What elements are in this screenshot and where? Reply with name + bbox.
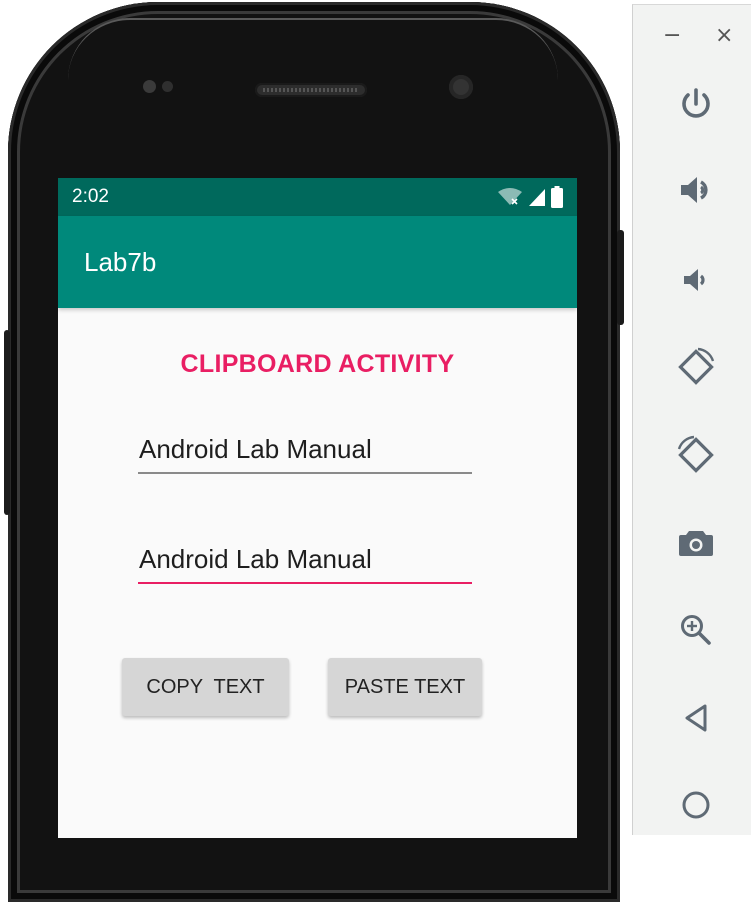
page-heading: CLIPBOARD ACTIVITY (180, 350, 455, 378)
volume-down-icon (684, 269, 705, 291)
battery-icon (551, 186, 563, 208)
power-icon (682, 88, 710, 118)
status-bar: 2:02 (58, 178, 577, 216)
minimize-button[interactable]: − (663, 23, 681, 48)
volume-down-button[interactable] (671, 255, 721, 305)
rotate-right-icon (677, 435, 714, 473)
emulator-control-panel: − × (632, 4, 751, 835)
front-camera (143, 80, 173, 93)
app-title: Lab7b (84, 246, 157, 277)
volume-up-button[interactable] (671, 165, 721, 215)
app-toolbar: Lab7b (58, 216, 577, 308)
status-icons (497, 186, 563, 208)
camera-lens-dot (143, 80, 156, 93)
screenshot-button[interactable] (671, 517, 721, 567)
wifi-icon (498, 188, 522, 205)
volume-up-icon (681, 177, 708, 203)
device-screen: 2:02 Lab7b CLIPBOARD ACTIVITY COPY TEXT … (58, 178, 577, 838)
zoom-button[interactable] (671, 605, 721, 655)
back-icon (685, 704, 707, 732)
close-button[interactable]: × (715, 23, 733, 48)
phone-bezel-highlight (68, 18, 558, 80)
rotate-left-button[interactable] (671, 342, 721, 392)
rotate-left-icon (678, 347, 715, 385)
back-button[interactable] (671, 693, 721, 743)
home-icon (682, 791, 710, 819)
power-button[interactable] (671, 79, 721, 129)
zoom-icon (681, 615, 711, 645)
paste-target-field[interactable] (138, 540, 472, 584)
camera-icon (679, 531, 713, 556)
phone-side-button-right (617, 230, 624, 325)
paste-text-button[interactable]: PASTE TEXT (328, 658, 482, 716)
source-text-field[interactable] (138, 430, 472, 474)
camera-lens-dot (162, 81, 173, 92)
proximity-sensor (449, 75, 473, 99)
status-time: 2:02 (72, 186, 109, 207)
rotate-right-button[interactable] (671, 430, 721, 480)
phone-side-button-left (4, 330, 10, 515)
cellular-signal-icon (529, 189, 545, 206)
earpiece-speaker (255, 83, 367, 97)
copy-text-button[interactable]: COPY TEXT (122, 658, 289, 716)
